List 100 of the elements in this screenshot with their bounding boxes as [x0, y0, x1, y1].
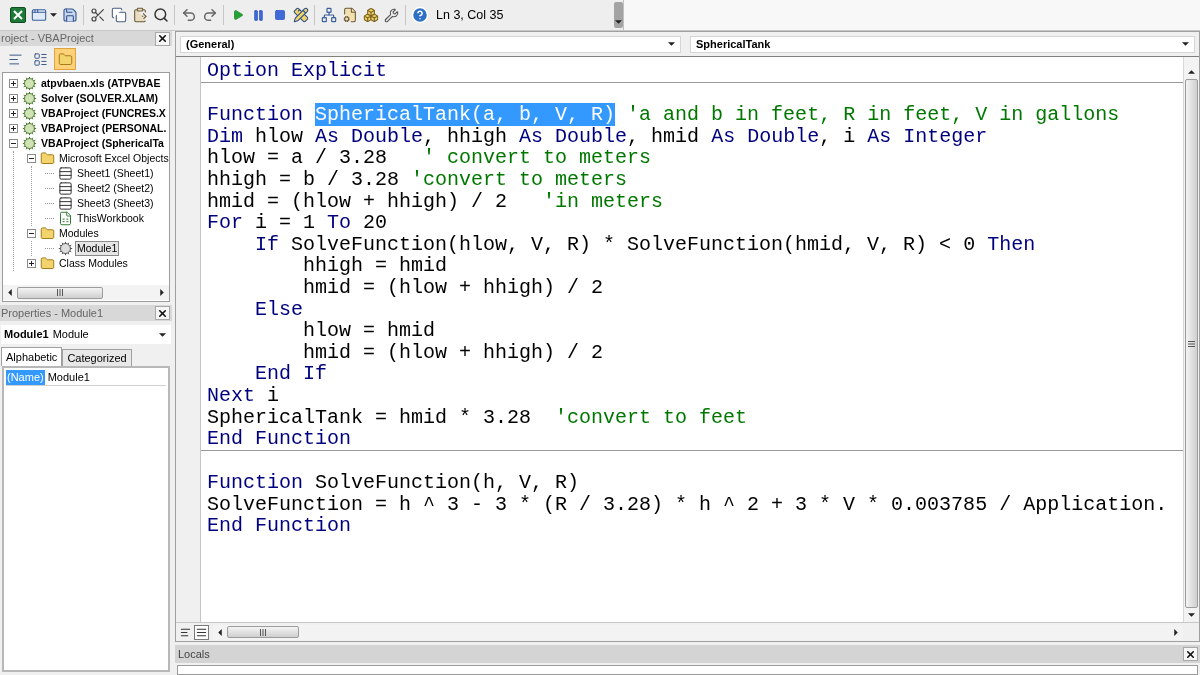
panel-title: Locals: [177, 646, 210, 662]
text-lines-icon: [180, 626, 191, 638]
text-lines-icon: [7, 51, 23, 67]
file-gear-icon: [341, 7, 358, 23]
gear-icon: [22, 91, 37, 106]
tab[interactable]: Categorized: [62, 349, 132, 366]
panel-title: roject - VBAProject: [0, 31, 94, 47]
redo-icon: [201, 7, 218, 23]
minus-box-icon[interactable]: [9, 139, 18, 148]
close-button[interactable]: [155, 31, 170, 46]
caret-down-icon: [1188, 613, 1195, 617]
code-line: Next i: [207, 384, 280, 407]
gear-icon: [58, 241, 73, 256]
caret-down-icon: [615, 20, 622, 24]
caret-down-icon: [49, 13, 57, 17]
caret-left-icon: [8, 289, 12, 296]
help-icon: [410, 6, 429, 24]
object-dropdown[interactable]: (General): [180, 35, 681, 53]
plus-box-icon[interactable]: [9, 94, 18, 103]
plus-box-icon[interactable]: [9, 124, 18, 133]
close-icon: [157, 307, 168, 319]
table-icon: [58, 166, 73, 181]
tree-item[interactable]: Solver (SOLVER.XLAM): [39, 91, 161, 106]
code-line: End If: [254, 363, 328, 385]
close-icon: [1185, 648, 1196, 660]
code-line: Function SolveFunction(h, V, R): [207, 472, 580, 494]
plus-box-icon[interactable]: [9, 109, 18, 118]
grip-icon: [260, 628, 266, 636]
scrollbar-thumb[interactable]: [1185, 79, 1198, 608]
code-line: SphericalTank = hmid * 3.28 'convert to feet: [207, 406, 748, 429]
grip-icon: [57, 289, 63, 296]
caret-right-icon: [160, 289, 164, 296]
pause-icon: [252, 8, 265, 22]
horizontal-scrollbar[interactable]: [3, 285, 169, 300]
pencil-ruler-icon: [292, 7, 309, 23]
close-button[interactable]: [1183, 647, 1198, 661]
folder-icon: [40, 226, 55, 241]
procedure-dropdown[interactable]: SphericalTank: [690, 35, 1195, 53]
undo-icon: [180, 7, 197, 23]
gear-icon: [22, 136, 37, 151]
wrench-icon: [384, 7, 399, 23]
code-line: For i = 1 To 20: [207, 212, 388, 234]
tree-item[interactable]: Modules: [57, 226, 101, 241]
minus-box-icon[interactable]: [27, 229, 36, 238]
code-line: End Function: [207, 515, 352, 538]
tree-item[interactable]: Class Modules: [57, 256, 130, 271]
cursor-position: Ln 3, Col 35: [436, 6, 504, 24]
code-line: hmid = (hlow + hhigh) / 2: [302, 341, 604, 364]
caret-down-icon: [159, 332, 166, 337]
table-icon: [58, 181, 73, 196]
plus-box-icon[interactable]: [9, 79, 18, 88]
text-block-icon: [196, 626, 207, 638]
view-excel-button[interactable]: [7, 4, 28, 26]
folder-icon: [40, 256, 55, 271]
scrollbar-thumb[interactable]: [227, 626, 299, 638]
table-icon: [58, 196, 73, 211]
network-icon: [320, 7, 337, 23]
tree-item[interactable]: Sheet1 (Sheet1): [75, 166, 156, 181]
full-module-view-button[interactable]: [194, 624, 209, 640]
stop-icon: [273, 9, 286, 21]
toggle-folders-button[interactable]: [54, 48, 76, 70]
code-line: hlow = hmid: [302, 320, 436, 342]
tree-item[interactable]: VBAProject (SphericalTa: [39, 136, 166, 151]
toolbar-options-button[interactable]: [614, 2, 623, 28]
tree-item[interactable]: Microsoft Excel Objects: [57, 151, 169, 166]
caret-left-icon: [218, 628, 222, 636]
minus-box-icon[interactable]: [27, 154, 36, 163]
tree-item[interactable]: Module1: [75, 241, 120, 256]
scrollbar-thumb[interactable]: [17, 286, 103, 299]
gear-icon: [22, 121, 37, 136]
plus-box-icon[interactable]: [27, 259, 36, 268]
grip-icon: [1188, 340, 1195, 347]
help-button[interactable]: [409, 4, 430, 26]
tree-item[interactable]: Sheet2 (Sheet2): [75, 181, 156, 196]
caret-right-icon: [1174, 628, 1178, 636]
close-button[interactable]: [155, 306, 170, 320]
vertical-scrollbar[interactable]: [1183, 57, 1199, 622]
tree-item[interactable]: Sheet3 (Sheet3): [75, 196, 156, 211]
caret-down-icon: [1182, 42, 1189, 46]
tab[interactable]: Alphabetic: [1, 347, 63, 366]
property-value: Module1: [47, 370, 90, 386]
close-icon: [157, 33, 168, 44]
code-line: Function SphericalTank(a, b, V, R) 'a and b in feet, R in feet, V in gallons: [207, 104, 1120, 126]
gear-icon: [22, 76, 37, 91]
tree-item[interactable]: atpvbaen.xls (ATPVBAE: [39, 76, 163, 91]
tree-item[interactable]: VBAProject (PERSONAL.: [39, 121, 169, 136]
folder-icon: [40, 151, 55, 166]
tree-item[interactable]: ThisWorkbook: [75, 211, 146, 226]
code-line: hmid = (hlow + hhigh) / 2 'in meters: [207, 190, 664, 213]
code-line: If SolveFunction(hlow, V, R) * SolveFunction(hmid, V, R) < 0 Then: [254, 233, 1036, 256]
folder-icon: [57, 51, 73, 67]
code-line: hmid = (hlow + hhigh) / 2: [302, 276, 604, 299]
form-layout-icon: [32, 51, 48, 67]
tree-item[interactable]: VBAProject (FUNCRES.X: [39, 106, 168, 121]
play-icon: [231, 9, 244, 21]
gear-icon: [22, 106, 37, 121]
code-line: SolveFunction = h ^ 3 - 3 * (R / 3.28) * h ^ 2 + 3 * V * 0.003785 / Application.: [207, 493, 1168, 516]
clipboard-icon: [131, 7, 148, 23]
object-dropdown[interactable]: Module1 Module: [1, 325, 171, 344]
window-icon: [30, 7, 47, 23]
